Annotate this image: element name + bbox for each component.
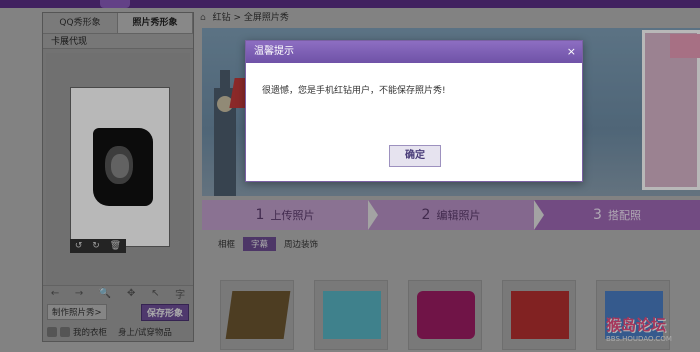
dialog-header: 温馨提示 × [246, 41, 582, 63]
alert-dialog: 温馨提示 × 很遗憾，您是手机红钻用户，不能保存照片秀! 确定 [245, 40, 583, 182]
ok-button[interactable]: 确定 [389, 145, 441, 167]
dialog-message: 很遗憾，您是手机红钻用户，不能保存照片秀! [262, 86, 446, 96]
dialog-title: 温馨提示 [254, 46, 294, 57]
close-icon[interactable]: × [567, 41, 576, 63]
